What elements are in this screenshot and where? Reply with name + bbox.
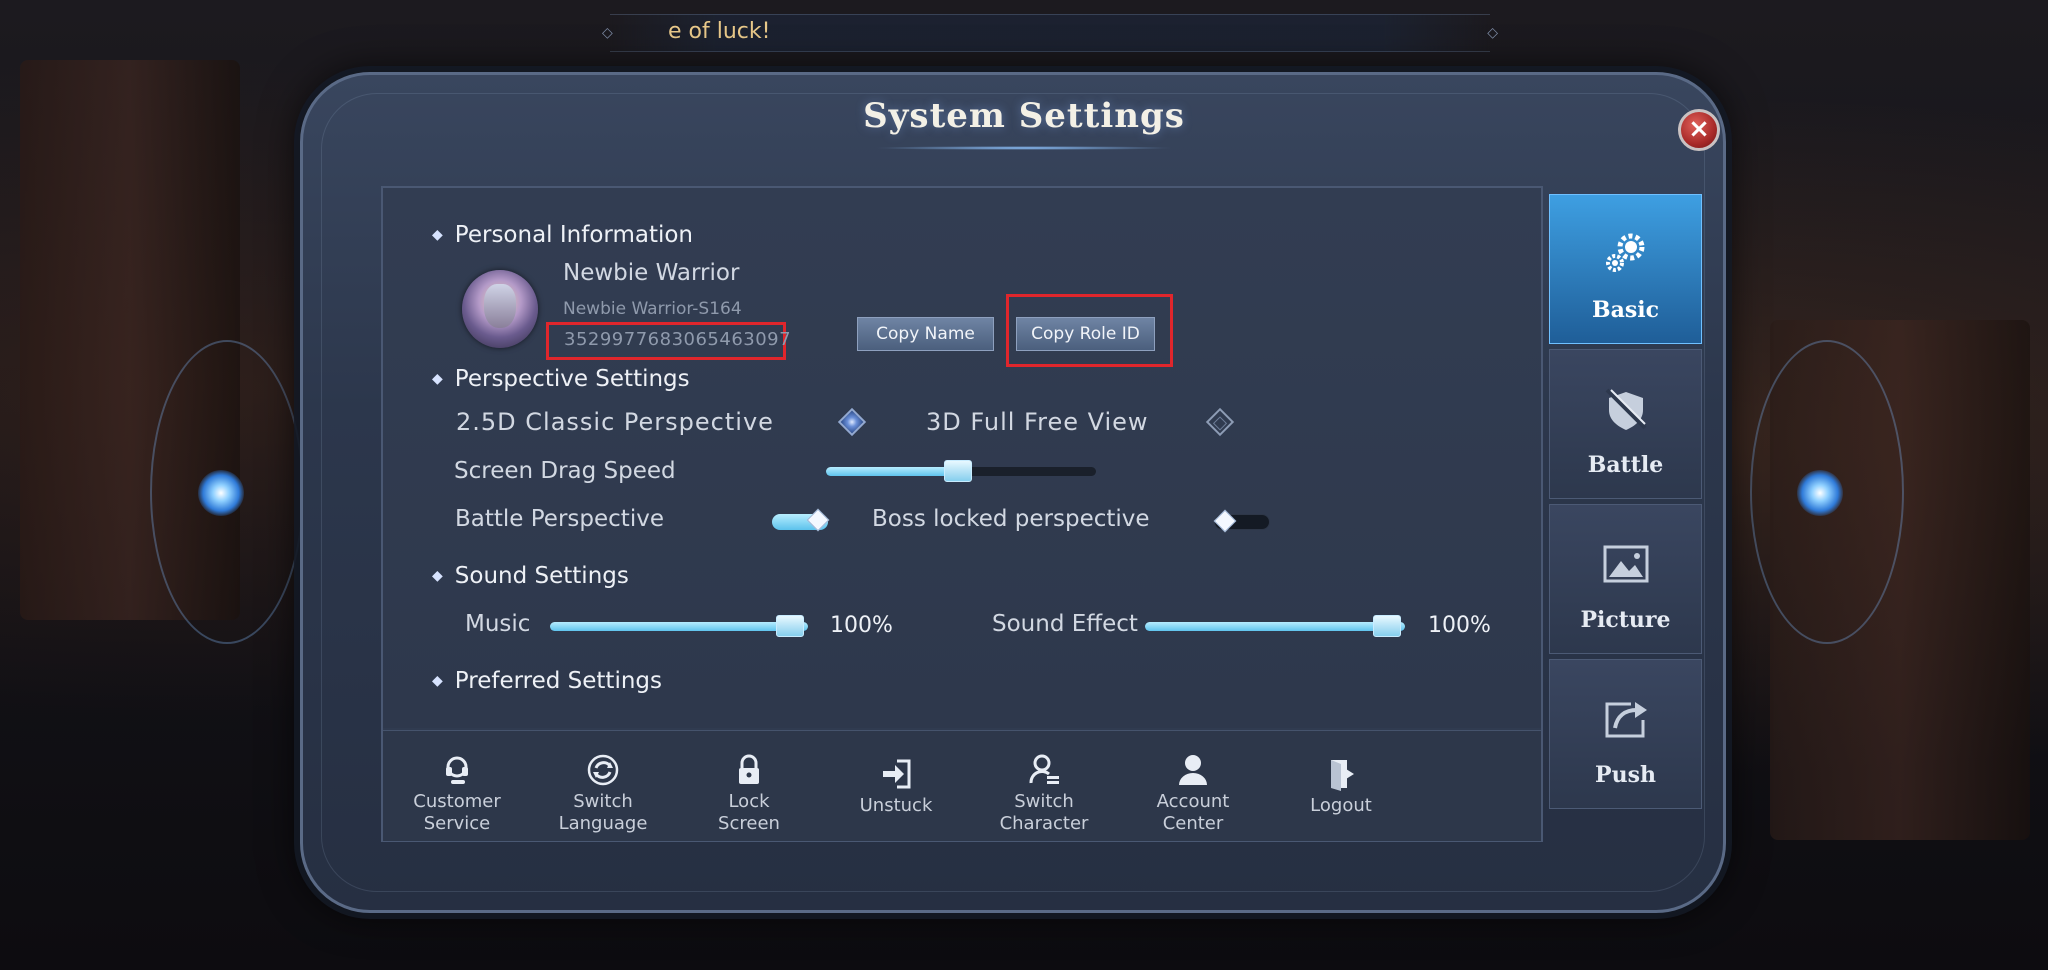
section-label: Personal Information [454, 222, 694, 248]
button-label: Language [558, 813, 648, 834]
role-id: 3529977683065463097 [564, 329, 792, 350]
section-label: Preferred Settings [454, 668, 662, 694]
banner-ornament-icon: ◇ [602, 25, 613, 41]
tab-label: Picture [1580, 607, 1671, 633]
tab-label: Basic [1592, 297, 1659, 323]
slider-fill [826, 467, 962, 476]
music-slider[interactable] [550, 615, 808, 637]
switch-character-icon [984, 753, 1104, 787]
slider-knob[interactable] [944, 460, 972, 482]
bullet-icon: ◆ [432, 227, 443, 243]
language-switch-icon [543, 753, 663, 787]
screen-drag-speed-label: Screen Drag Speed [454, 458, 676, 484]
tab-picture[interactable]: Picture [1549, 504, 1702, 654]
unstuck-button[interactable]: Unstuck [836, 757, 956, 817]
tab-label: Push [1595, 762, 1656, 788]
button-label: Logout [1310, 795, 1372, 816]
title-underline [874, 146, 1174, 150]
banner-ornament-icon: ◇ [1487, 25, 1498, 41]
option-classic-perspective-label: 2.5D Classic Perspective [456, 408, 774, 436]
section-label: Perspective Settings [454, 366, 690, 392]
lock-icon [689, 753, 809, 787]
customer-service-button[interactable]: Customer Service [397, 753, 517, 835]
player-name: Newbie Warrior [563, 260, 740, 286]
section-perspective-settings: ◆ Perspective Settings [432, 366, 690, 392]
banner-text: e of luck! [668, 19, 771, 44]
slider-knob[interactable] [776, 615, 804, 637]
share-icon [1550, 694, 1701, 748]
gear-icon [1550, 229, 1701, 283]
bullet-icon: ◆ [432, 371, 443, 387]
section-sound-settings: ◆ Sound Settings [432, 563, 629, 589]
copy-role-id-button[interactable]: Copy Role ID [1016, 317, 1155, 351]
button-label: Unstuck [859, 795, 933, 816]
switch-language-button[interactable]: Switch Language [543, 753, 663, 835]
tab-push[interactable]: Push [1549, 659, 1702, 809]
headset-icon [397, 753, 517, 787]
tab-battle[interactable]: Battle [1549, 349, 1702, 499]
logout-button[interactable]: Logout [1281, 757, 1401, 817]
close-button[interactable]: × [1678, 109, 1720, 151]
button-label: Switch [1014, 791, 1074, 812]
section-preferred-settings: ◆ Preferred Settings [432, 668, 662, 694]
left-orb-icon [198, 470, 244, 516]
music-value: 100% [830, 613, 893, 638]
announcement-banner: ◇ e of luck! ◇ [602, 14, 1498, 52]
right-orb-icon [1797, 470, 1843, 516]
boss-locked-perspective-toggle[interactable] [1213, 509, 1270, 533]
sound-effect-value: 100% [1428, 613, 1491, 638]
sound-effect-slider[interactable] [1145, 615, 1405, 637]
battle-perspective-label: Battle Perspective [455, 506, 664, 532]
music-label: Music [465, 611, 531, 637]
copy-name-button[interactable]: Copy Name [857, 317, 994, 351]
avatar-mask-icon [484, 284, 516, 328]
boss-locked-perspective-label: Boss locked perspective [872, 506, 1150, 532]
button-label: Account [1156, 791, 1230, 812]
battle-perspective-toggle[interactable] [772, 508, 830, 532]
picture-icon [1550, 539, 1701, 593]
sound-effect-label: Sound Effect [992, 611, 1138, 637]
slider-fill [550, 622, 808, 631]
button-label: Character [999, 813, 1089, 834]
switch-character-button[interactable]: Switch Character [984, 753, 1104, 835]
button-label: Screen [718, 813, 780, 834]
button-label: Customer [413, 791, 501, 812]
tab-basic[interactable]: Basic [1549, 194, 1702, 344]
button-label: Service [423, 813, 491, 834]
tab-label: Battle [1587, 452, 1664, 478]
screen-drag-speed-slider[interactable] [826, 460, 1096, 482]
user-icon [1133, 753, 1253, 787]
button-label: Center [1162, 813, 1224, 834]
slider-knob[interactable] [1373, 615, 1401, 637]
account-center-button[interactable]: Account Center [1133, 753, 1253, 835]
section-personal-information: ◆ Personal Information [432, 222, 693, 248]
section-label: Sound Settings [454, 563, 629, 589]
server-name: Newbie Warrior-S164 [563, 299, 742, 319]
window-title: System Settings [863, 96, 1185, 136]
sword-shield-icon [1550, 384, 1701, 438]
logout-door-icon [1281, 757, 1401, 791]
lock-screen-button[interactable]: Lock Screen [689, 753, 809, 835]
button-label: Lock [728, 791, 770, 812]
bullet-icon: ◆ [432, 568, 443, 584]
slider-fill [1145, 622, 1405, 631]
bullet-icon: ◆ [432, 673, 443, 689]
enter-arrow-icon [836, 757, 956, 791]
option-free-view-label: 3D Full Free View [926, 408, 1149, 436]
button-label: Switch [573, 791, 633, 812]
